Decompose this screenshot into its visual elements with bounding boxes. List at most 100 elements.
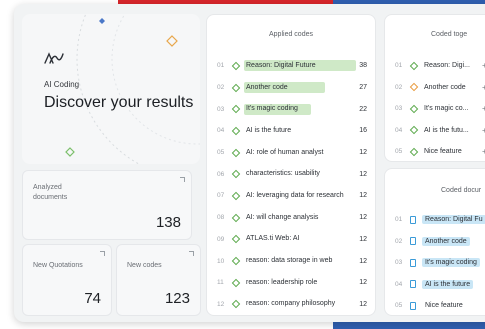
stat-analyzed-documents: Analyzed documents 138: [22, 170, 192, 240]
code-diamond-icon: [231, 104, 241, 114]
code-label-wrap: reason: data storage in web: [246, 256, 353, 267]
coded-document-row[interactable]: 01 Reason: Digital Fu: [385, 209, 485, 231]
code-diamond-icon: [231, 300, 241, 309]
applied-code-row[interactable]: 11 reason: leadership role 12: [207, 272, 375, 294]
document-label: Reason: Digital Fu: [422, 215, 485, 225]
code-diamond-icon: [409, 126, 419, 135]
coded-together-card: Coded toge 01Reason: Digi...+02Another c…: [384, 14, 485, 162]
applied-code-row[interactable]: 01 Reason: Digital Future 38: [207, 55, 375, 77]
applied-code-row[interactable]: 09 ATLAS.ti Web: AI 12: [207, 229, 375, 251]
code-count: 12: [359, 214, 367, 222]
coded-document-row[interactable]: 04 AI is the future: [385, 274, 485, 296]
document-icon: [410, 258, 416, 267]
code-label: Reason: Digital Future: [246, 61, 316, 69]
card-title: Applied codes: [269, 31, 313, 38]
applied-code-row[interactable]: 08 AI: will change analysis 12: [207, 207, 375, 229]
applied-code-row[interactable]: 04 AI is the future 16: [207, 120, 375, 142]
code-diamond-icon: [409, 83, 419, 92]
coded-together-list: 01Reason: Digi...+02Another code+ 03 It's …: [385, 55, 485, 161]
code-count: 27: [359, 84, 367, 92]
coded-together-row[interactable]: 02Another code+: [385, 77, 485, 99]
code-label: AI: will change analysis: [246, 213, 319, 221]
code-count: 12: [359, 257, 367, 265]
code-label: It's magic co...: [424, 105, 469, 113]
code-label-wrap: AI: will change analysis: [246, 212, 353, 223]
row-index: 02: [217, 84, 225, 92]
row-index: 03: [217, 105, 225, 113]
applied-code-row[interactable]: 02 Another code 27: [207, 77, 375, 99]
row-index: 01: [217, 62, 225, 70]
code-label-wrap: Reason: Digital Future: [244, 60, 356, 72]
stat-new-codes: New codes 123: [116, 244, 201, 316]
coded-together-row[interactable]: 04AI is the futu...+: [385, 120, 485, 142]
code-label: reason: leadership role: [246, 278, 318, 286]
expand-corner-icon: [180, 177, 185, 182]
code-diamond-icon: [231, 191, 241, 201]
row-index: 11: [217, 279, 224, 287]
atlas-logo-icon: [44, 52, 64, 64]
stat-label: Analyzed documents: [33, 184, 68, 201]
stat-value: 138: [155, 214, 181, 231]
hero-title: Discover your results: [44, 94, 194, 111]
row-index: 12: [217, 300, 225, 308]
code-label-wrap: reason: company philosophy: [246, 299, 353, 310]
stat-label: New Quotations: [33, 262, 83, 269]
document-label: Another code: [422, 236, 470, 246]
coded-document-row[interactable]: 03 It's magic coding: [385, 252, 485, 274]
coded-together-row[interactable]: 01Reason: Digi...+: [385, 55, 485, 77]
code-label: AI is the futu...: [424, 126, 469, 134]
code-diamond-icon: [409, 61, 419, 70]
code-count: 22: [359, 105, 367, 113]
coded-documents-list: 01 Reason: Digital Fu 02 Another code 03 It's…: [385, 209, 485, 315]
code-count: 12: [359, 170, 367, 178]
applied-code-row[interactable]: 07 AI: leveraging data for research 12: [207, 185, 375, 207]
coded-together-row[interactable]: 03It's magic co...+: [385, 98, 485, 120]
hero-subtitle: AI Coding: [44, 80, 80, 89]
code-count: 12: [359, 279, 367, 287]
applied-code-row[interactable]: 05 AI: role of human analyst 12: [207, 142, 375, 164]
coded-document-row[interactable]: 05 Nice feature: [385, 295, 485, 315]
applied-code-row[interactable]: 12 reason: company philosophy 12: [207, 294, 375, 316]
document-label: It's magic coding: [422, 258, 480, 268]
expand-corner-icon: [189, 251, 194, 256]
code-label-wrap: It's magic coding: [244, 103, 353, 115]
row-index: 02: [395, 83, 403, 91]
code-diamond-icon: [231, 256, 241, 266]
stat-value: 74: [84, 290, 101, 307]
code-count: 12: [359, 149, 367, 157]
coded-together-row[interactable]: 05Nice feature+: [385, 141, 485, 161]
card-title: Coded toge: [431, 31, 468, 38]
applied-code-row[interactable]: 03 It's magic coding 22: [207, 98, 375, 120]
document-icon: [410, 237, 416, 246]
code-count: 16: [359, 127, 367, 135]
code-count: 12: [359, 300, 367, 308]
row-index: 04: [395, 280, 403, 288]
applied-code-row[interactable]: 06 characteristics: usability 12: [207, 163, 375, 185]
row-index: 05: [217, 149, 225, 157]
row-index: 10: [217, 257, 225, 265]
hero-card: AI Coding Discover your results: [22, 14, 200, 164]
document-icon: [410, 301, 416, 310]
row-index: 04: [395, 126, 403, 134]
code-label-wrap: AI is the future: [246, 125, 353, 136]
row-index: 03: [395, 259, 403, 267]
code-diamond-icon: [231, 148, 241, 157]
row-index: 01: [395, 216, 403, 224]
document-label: Nice feature: [425, 302, 463, 310]
expand-corner-icon: [100, 251, 105, 256]
document-label: AI is the future: [422, 279, 474, 289]
applied-code-row[interactable]: 10 reason: data storage in web 12: [207, 250, 375, 272]
code-label-wrap: ATLAS.ti Web: AI: [246, 234, 353, 245]
code-label: Nice feature: [424, 148, 462, 156]
row-index: 07: [217, 192, 225, 200]
code-diamond-icon: [231, 213, 241, 222]
coded-document-row[interactable]: 02 Another code: [385, 231, 485, 253]
applied-codes-card: Applied codes 01 Reason: Digital Future 38…: [206, 14, 376, 316]
code-label-wrap: AI: leveraging data for research: [246, 190, 353, 201]
code-diamond-icon: [231, 278, 241, 287]
code-count: 12: [359, 192, 367, 200]
row-index: 03: [395, 105, 403, 113]
coded-documents-card: Coded docur 01 Reason: Digital Fu 02 Anothe…: [384, 168, 485, 316]
code-label: characteristics: usability: [246, 170, 320, 178]
code-label: AI: leveraging data for research: [246, 191, 344, 199]
